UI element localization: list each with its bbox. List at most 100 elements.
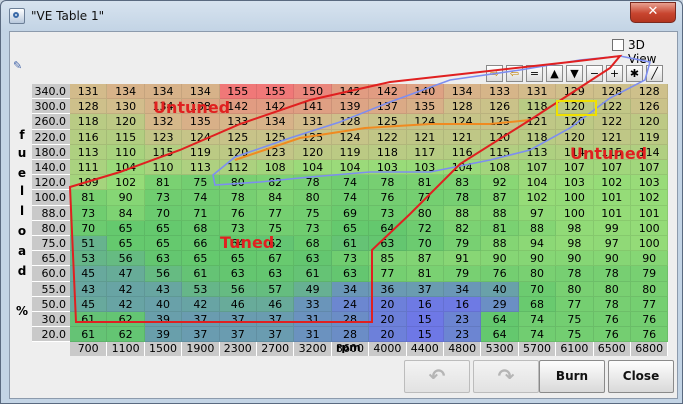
toolbar-minus-button[interactable]: −: [586, 65, 603, 82]
table-cell[interactable]: 68: [182, 220, 220, 236]
table-cell[interactable]: 125: [219, 129, 257, 145]
table-cell[interactable]: 77: [257, 205, 295, 221]
table-cell[interactable]: 111: [70, 160, 108, 176]
table-cell[interactable]: 100: [556, 190, 594, 206]
table-cell[interactable]: 70: [518, 281, 557, 297]
table-cell[interactable]: 39: [144, 327, 183, 343]
table-cell[interactable]: 46: [257, 296, 295, 312]
table-cell[interactable]: 74: [182, 190, 220, 206]
table-cell[interactable]: 113: [182, 160, 220, 176]
table-cell[interactable]: 57: [257, 281, 295, 297]
table-cell[interactable]: 110: [144, 160, 183, 176]
table-cell[interactable]: 124: [182, 129, 220, 145]
table-cell[interactable]: 121: [593, 129, 631, 145]
table-cell[interactable]: 128: [631, 84, 669, 100]
redo-button[interactable]: ↷: [473, 360, 539, 393]
table-cell[interactable]: 46: [219, 296, 257, 312]
table-cell[interactable]: 113: [70, 144, 108, 160]
table-cell[interactable]: 16: [444, 296, 482, 312]
table-cell[interactable]: 142: [331, 84, 370, 100]
table-cell[interactable]: 137: [369, 99, 407, 115]
table-cell[interactable]: 43: [70, 281, 108, 297]
table-cell[interactable]: 65: [107, 220, 145, 236]
table-cell[interactable]: 85: [369, 251, 407, 267]
table-cell[interactable]: 107: [518, 160, 557, 176]
table-cell[interactable]: 99: [593, 220, 631, 236]
table-cell[interactable]: 65: [219, 251, 257, 267]
table-cell[interactable]: 79: [444, 236, 482, 252]
table-cell[interactable]: 62: [107, 327, 145, 343]
table-cell[interactable]: 104: [294, 160, 332, 176]
toolbar-fill-left-button[interactable]: ⇦: [506, 65, 523, 82]
table-cell[interactable]: 115: [107, 129, 145, 145]
table-cell[interactable]: 97: [593, 236, 631, 252]
table-cell[interactable]: 100: [631, 220, 669, 236]
table-cell[interactable]: 130: [107, 99, 145, 115]
table-cell[interactable]: 79: [444, 266, 482, 282]
table-cell[interactable]: 76: [593, 327, 631, 343]
table-cell[interactable]: 118: [518, 99, 557, 115]
table-cell[interactable]: 63: [331, 266, 370, 282]
table-cell[interactable]: 65: [107, 236, 145, 252]
table-cell[interactable]: 75: [556, 327, 594, 343]
table-cell[interactable]: 155: [219, 84, 257, 100]
table-cell[interactable]: 61: [182, 266, 220, 282]
table-cell[interactable]: 118: [518, 129, 557, 145]
table-cell[interactable]: 42: [107, 296, 145, 312]
table-cell[interactable]: 74: [518, 327, 557, 343]
table-cell[interactable]: 40: [144, 296, 183, 312]
table-cell[interactable]: 91: [444, 251, 482, 267]
table-cell[interactable]: 73: [369, 205, 407, 221]
table-cell[interactable]: 78: [556, 266, 594, 282]
table-cell[interactable]: 75: [294, 205, 332, 221]
table-cell[interactable]: 20: [369, 296, 407, 312]
table-cell[interactable]: 100: [556, 205, 594, 221]
table-cell[interactable]: 81: [144, 175, 183, 191]
table-cell[interactable]: 125: [257, 129, 295, 145]
table-cell[interactable]: 81: [70, 190, 108, 206]
table-cell[interactable]: 118: [70, 114, 108, 130]
table-cell[interactable]: 56: [219, 281, 257, 297]
table-cell[interactable]: 102: [107, 175, 145, 191]
table-cell[interactable]: 122: [369, 129, 407, 145]
table-cell[interactable]: 23: [444, 327, 482, 343]
table-cell[interactable]: 126: [631, 99, 669, 115]
table-cell[interactable]: 63: [257, 266, 295, 282]
table-cell[interactable]: 98: [556, 236, 594, 252]
3d-view-checkbox[interactable]: [612, 39, 624, 51]
close-button[interactable]: Close: [608, 360, 674, 393]
table-cell[interactable]: 117: [406, 144, 444, 160]
table-cell[interactable]: 69: [331, 205, 370, 221]
table-cell[interactable]: 134: [257, 114, 295, 130]
table-cell[interactable]: 102: [631, 190, 669, 206]
table-cell[interactable]: 73: [331, 251, 370, 267]
table-cell[interactable]: 90: [107, 190, 145, 206]
table-cell[interactable]: 78: [593, 296, 631, 312]
table-cell[interactable]: 63: [219, 266, 257, 282]
table-cell[interactable]: 120: [481, 129, 519, 145]
table-cell[interactable]: 61: [294, 266, 332, 282]
table-cell[interactable]: 90: [556, 251, 594, 267]
table-cell[interactable]: 73: [294, 220, 332, 236]
table-cell[interactable]: 70: [70, 220, 108, 236]
table-cell[interactable]: 31: [294, 312, 332, 328]
table-cell[interactable]: 124: [331, 129, 370, 145]
table-cell[interactable]: 61: [70, 327, 108, 343]
table-cell[interactable]: 121: [406, 129, 444, 145]
table-cell[interactable]: 103: [406, 160, 444, 176]
table-cell[interactable]: 103: [369, 160, 407, 176]
table-cell[interactable]: 65: [144, 220, 183, 236]
table-cell[interactable]: 80: [406, 205, 444, 221]
table-cell[interactable]: 72: [406, 220, 444, 236]
table-cell[interactable]: 104: [444, 160, 482, 176]
table-cell[interactable]: 155: [257, 84, 295, 100]
table-cell[interactable]: 65: [331, 220, 370, 236]
table-cell[interactable]: 40: [481, 281, 519, 297]
table-cell[interactable]: 80: [219, 175, 257, 191]
table-cell[interactable]: 150: [294, 84, 332, 100]
table-cell[interactable]: 122: [593, 114, 631, 130]
table-cell[interactable]: 128: [444, 99, 482, 115]
table-cell[interactable]: 15: [406, 327, 444, 343]
table-cell[interactable]: 37: [182, 327, 220, 343]
table-cell[interactable]: 112: [219, 160, 257, 176]
